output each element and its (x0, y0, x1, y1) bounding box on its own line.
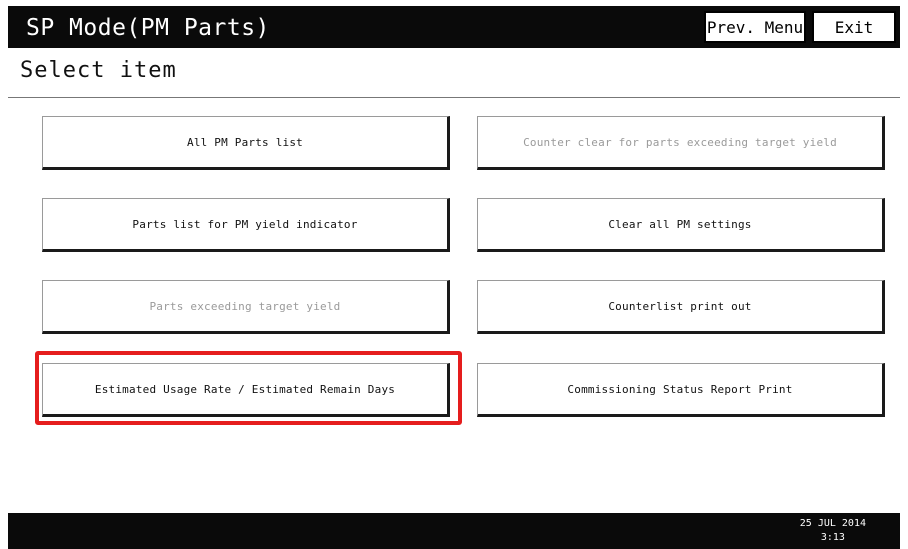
exit-button[interactable]: Exit (812, 11, 896, 43)
parts-list-pm-yield-indicator-button[interactable]: Parts list for PM yield indicator (42, 198, 450, 252)
title-bar: SP Mode(PM Parts) Prev. Menu Exit (8, 6, 900, 48)
prev-menu-button[interactable]: Prev. Menu (704, 11, 806, 43)
time-text: 3:13 (820, 532, 845, 543)
counterlist-print-out-button[interactable]: Counterlist print out (477, 280, 885, 334)
commissioning-status-report-print-button[interactable]: Commissioning Status Report Print (477, 363, 885, 417)
date-text: 25 JUL 2014 (799, 518, 866, 529)
all-pm-parts-list-button[interactable]: All PM Parts list (42, 116, 450, 170)
page-subtitle: Select item (20, 58, 177, 83)
screen-title: SP Mode(PM Parts) (26, 15, 270, 41)
datetime-display: 25 JUL 2014 3:13 (800, 517, 866, 545)
parts-exceeding-target-yield-button[interactable]: Parts exceeding target yield (42, 280, 450, 334)
counter-clear-exceeding-yield-button[interactable]: Counter clear for parts exceeding target… (477, 116, 885, 170)
status-bar: 25 JUL 2014 3:13 (8, 513, 900, 549)
highlight-frame (35, 351, 462, 425)
clear-all-pm-settings-button[interactable]: Clear all PM settings (477, 198, 885, 252)
header-divider (8, 97, 900, 98)
